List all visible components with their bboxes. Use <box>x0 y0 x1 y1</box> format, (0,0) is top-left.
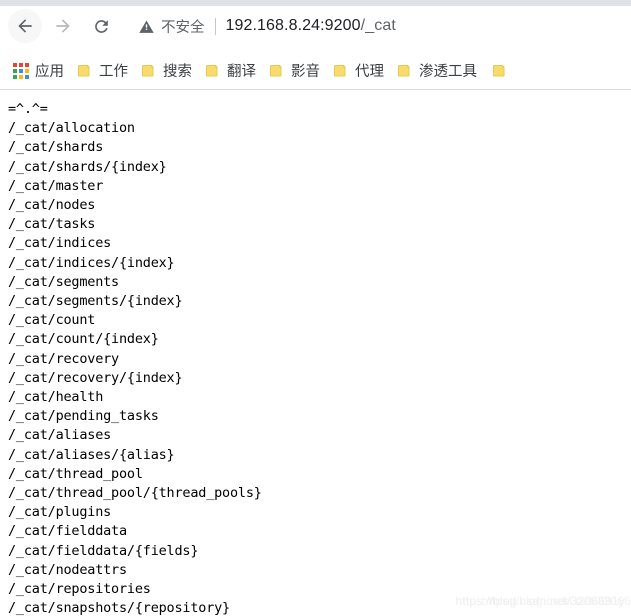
folder-icon <box>333 63 349 79</box>
url-host: 192.168.8.24:9200 <box>225 17 361 34</box>
folder-icon <box>269 63 285 79</box>
bookmark-folder-work[interactable]: 工作 <box>76 58 135 84</box>
browser-window: 不安全 192.168.8.24:9200/_cat 应用 工作 搜索 翻译 影… <box>0 0 631 616</box>
bookmark-folder-search[interactable]: 搜索 <box>140 58 199 84</box>
bookmark-folder-proxy[interactable]: 代理 <box>332 58 391 84</box>
page-content: =^.^= /_cat/allocation /_cat/shards /_ca… <box>0 91 631 616</box>
url-text: 192.168.8.24:9200/_cat <box>226 17 622 35</box>
bookmark-folder-overflow[interactable] <box>491 58 521 84</box>
back-button[interactable] <box>8 9 42 43</box>
folder-icon <box>492 63 508 79</box>
folder-icon <box>205 63 221 79</box>
browser-toolbar: 不安全 192.168.8.24:9200/_cat <box>0 0 631 52</box>
address-bar[interactable]: 不安全 192.168.8.24:9200/_cat <box>128 9 621 43</box>
bookmark-label: 渗透工具 <box>419 64 477 80</box>
arrow-right-icon <box>53 16 73 36</box>
cat-endpoints-listing: =^.^= /_cat/allocation /_cat/shards /_ca… <box>8 101 262 616</box>
reload-button[interactable] <box>84 9 118 43</box>
bookmark-label: 影音 <box>291 64 320 80</box>
forward-button[interactable] <box>46 9 80 43</box>
bookmarks-bar: 应用 工作 搜索 翻译 影音 代理 渗透工具 <box>0 52 631 90</box>
bookmark-folder-pentest-tools[interactable]: 渗透工具 <box>396 58 484 84</box>
bookmark-label: 代理 <box>355 64 384 80</box>
security-status-label: 不安全 <box>161 19 205 36</box>
bookmark-folder-media[interactable]: 影音 <box>268 58 327 84</box>
reload-icon <box>92 17 111 36</box>
omnibox-divider <box>214 17 216 35</box>
folder-icon <box>141 63 157 79</box>
arrow-left-icon <box>15 16 35 36</box>
bookmark-label: 搜索 <box>163 64 192 80</box>
folder-icon <box>397 63 413 79</box>
bookmark-label: 工作 <box>99 64 128 80</box>
folder-icon <box>77 63 93 79</box>
url-path: /_cat <box>360 17 396 34</box>
apps-grid-icon <box>13 62 29 79</box>
bookmark-label: 应用 <box>35 64 64 80</box>
warning-triangle-icon[interactable] <box>138 18 155 35</box>
bookmark-apps[interactable]: 应用 <box>11 58 71 84</box>
bookmark-folder-translate[interactable]: 翻译 <box>204 58 263 84</box>
bookmark-label: 翻译 <box>227 64 256 80</box>
